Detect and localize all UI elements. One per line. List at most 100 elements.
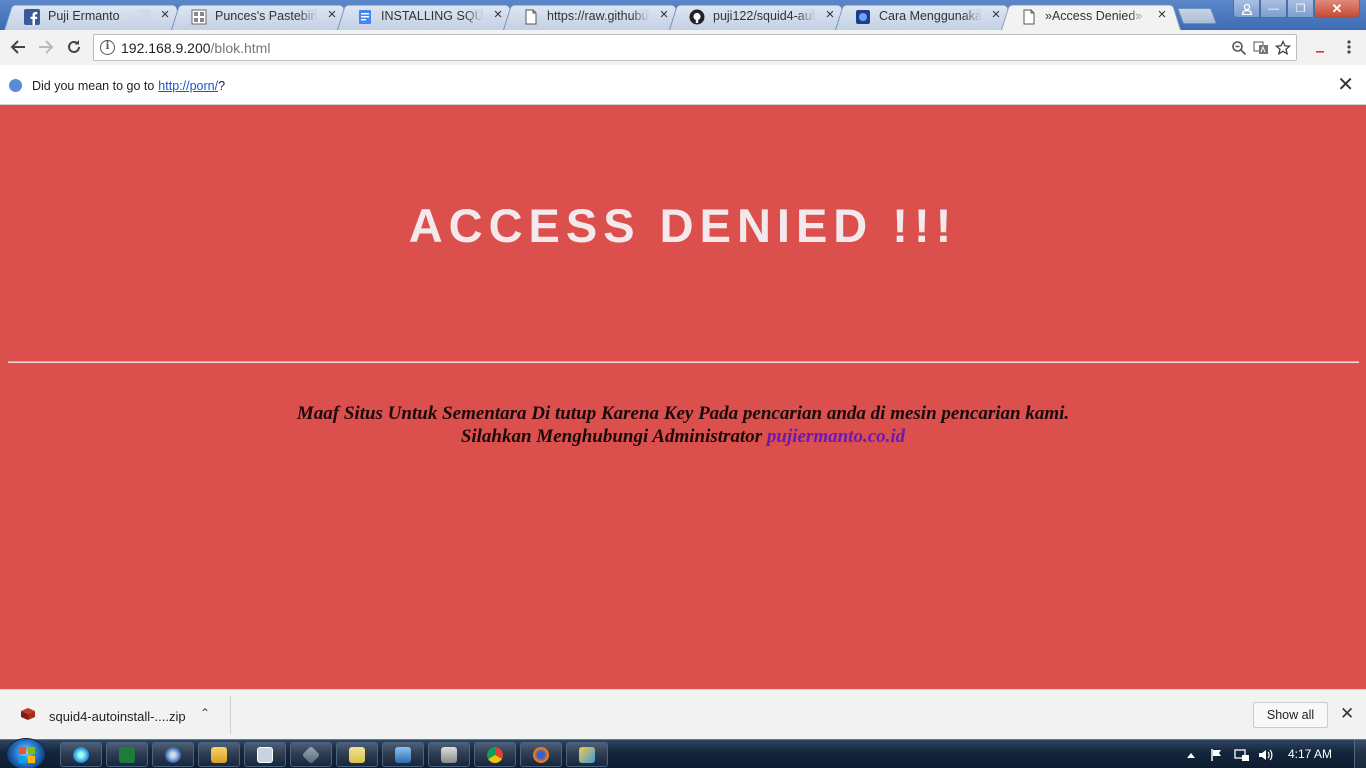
- taskbar-app-tool[interactable]: [428, 742, 470, 767]
- reload-button[interactable]: [64, 37, 84, 57]
- url-text: 192.168.9.200/blok.html: [121, 40, 270, 56]
- calculator-icon: [257, 746, 273, 763]
- reload-icon: [68, 40, 80, 53]
- github-icon: [689, 9, 705, 25]
- close-window-button[interactable]: ✕: [1314, 0, 1360, 18]
- tab-title: »Access Denied»: [1045, 9, 1147, 23]
- infobar-message: Did you mean to go to http://porn/?: [32, 79, 225, 93]
- taskbar-app-notepad[interactable]: [336, 742, 378, 767]
- back-button[interactable]: [8, 37, 28, 57]
- extension-button[interactable]: [1310, 37, 1330, 57]
- zoom-icon[interactable]: [1231, 40, 1247, 56]
- tab-title: https://raw.githubus: [547, 9, 649, 23]
- edge-icon: [73, 746, 89, 763]
- show-hidden-icons-icon[interactable]: [1186, 751, 1196, 759]
- close-download-shelf-button[interactable]: ✕: [1340, 704, 1354, 724]
- new-tab-button[interactable]: [1177, 8, 1217, 24]
- tab-title: Cara Menggunakan: [879, 9, 981, 23]
- volume-icon[interactable]: [1258, 748, 1274, 762]
- divider: [230, 696, 231, 734]
- message-line-2: Silahkan Menghubungi Administrator pujie…: [0, 425, 1366, 448]
- tab-raw-github[interactable]: https://raw.githubus ×: [503, 2, 683, 30]
- action-center-flag-icon[interactable]: [1210, 748, 1224, 762]
- tab-github-squid4[interactable]: puji122/squid4-auto ×: [669, 2, 849, 30]
- show-all-button[interactable]: Show all: [1253, 702, 1328, 728]
- network-status-icon[interactable]: [1234, 748, 1250, 762]
- address-bar[interactable]: i 192.168.9.200/blok.html: [93, 34, 1297, 61]
- message-line-2-text: Silahkan Menghubungi Administrator: [460, 426, 763, 447]
- firefox-icon: [533, 746, 549, 763]
- url-host: 192.168.9.200: [121, 40, 211, 56]
- tool-icon: [441, 746, 457, 763]
- user-profile-button[interactable]: [1233, 0, 1260, 18]
- paint-icon: [579, 746, 595, 763]
- maximize-button[interactable]: ❐: [1287, 0, 1314, 18]
- arrow-left-icon: [10, 40, 25, 54]
- clock[interactable]: 4:17 AM: [1288, 747, 1332, 761]
- start-button[interactable]: [6, 738, 46, 768]
- chrome-icon: [487, 746, 503, 763]
- taskbar-app-explorer[interactable]: [198, 742, 240, 767]
- menu-button[interactable]: [1339, 37, 1359, 57]
- taskbar-app-edge[interactable]: [60, 742, 102, 767]
- site-icon: [856, 10, 870, 24]
- tab-title: puji122/squid4-auto: [713, 9, 815, 23]
- infobar-close-button[interactable]: ✕: [1337, 75, 1354, 95]
- admin-link[interactable]: pujiermanto.co.id: [767, 426, 905, 447]
- show-desktop-button[interactable]: [1354, 740, 1366, 768]
- taskbar-app-browser[interactable]: [152, 742, 194, 767]
- archive-file-icon: [21, 708, 35, 720]
- taskbar-app-chrome[interactable]: [474, 742, 516, 767]
- translate-icon[interactable]: [1253, 40, 1269, 56]
- page-icon: [525, 9, 537, 25]
- excel-icon: [119, 746, 135, 763]
- taskbar-app-paint[interactable]: [566, 742, 608, 767]
- infobar-text: Did you mean to go to: [32, 79, 155, 93]
- tab-installing-squid[interactable]: INSTALLING SQUID ×: [337, 2, 517, 30]
- virtualbox-icon: [301, 745, 321, 764]
- extension-icon: [1316, 51, 1324, 53]
- download-item-filename[interactable]: squid4-autoinstall-....zip: [49, 709, 186, 724]
- taskbar-app-firefox[interactable]: [520, 742, 562, 767]
- page-content: ACCESS DENIED !!! Maaf Situs Untuk Semen…: [0, 105, 1366, 689]
- browser-icon: [165, 746, 181, 763]
- taskbar: 4:17 AM: [0, 738, 1366, 768]
- notepad-icon: [349, 746, 365, 763]
- pastebin-icon: [191, 9, 207, 25]
- site-info-icon[interactable]: i: [100, 40, 115, 55]
- user-icon: [1241, 3, 1252, 15]
- infobar: Did you mean to go to http://porn/? ✕: [0, 65, 1366, 105]
- tab-access-denied[interactable]: »Access Denied» ×: [1001, 2, 1181, 30]
- taskbar-app-excel[interactable]: [106, 742, 148, 767]
- chevron-up-icon[interactable]: ⌃: [200, 706, 210, 720]
- page-icon: [1023, 9, 1035, 25]
- kebab-menu-icon: [1347, 40, 1351, 54]
- block-message: Maaf Situs Untuk Sementara Di tutup Kare…: [0, 402, 1366, 448]
- tab-strip: Puji Ermanto × Punces's Pastebin - × INS…: [0, 0, 1366, 30]
- tab-pastebin[interactable]: Punces's Pastebin - ×: [171, 2, 351, 30]
- url-path: /blok.html: [210, 40, 271, 56]
- taskbar-app-calculator[interactable]: [244, 742, 286, 767]
- windows-logo-icon: [19, 747, 35, 763]
- network-icon: [395, 746, 411, 763]
- infobar-suffix: ?: [218, 79, 226, 93]
- arrow-right-icon: [39, 40, 54, 54]
- navigation-suggestion-icon: [9, 79, 22, 92]
- tab-facebook[interactable]: Puji Ermanto ×: [4, 2, 184, 30]
- minimize-button[interactable]: —: [1260, 0, 1287, 18]
- close-tab-icon[interactable]: ×: [1155, 7, 1169, 22]
- access-denied-heading: ACCESS DENIED !!!: [408, 199, 958, 252]
- close-tab-icon[interactable]: ×: [158, 7, 172, 22]
- bookmark-star-icon[interactable]: [1275, 40, 1291, 56]
- forward-button[interactable]: [36, 37, 56, 57]
- tab-cara-menggunakan[interactable]: Cara Menggunakan ×: [835, 2, 1015, 30]
- taskbar-app-network[interactable]: [382, 742, 424, 767]
- suggested-url-link[interactable]: http://porn/: [158, 79, 218, 93]
- horizontal-rule: [8, 361, 1359, 363]
- taskbar-app-virtualbox[interactable]: [290, 742, 332, 767]
- browser-toolbar: i 192.168.9.200/blok.html: [0, 30, 1366, 65]
- explorer-icon: [211, 746, 227, 763]
- system-tray: [1186, 740, 1274, 768]
- tab-title: INSTALLING SQUID: [381, 9, 483, 23]
- blogger-doc-icon: [359, 10, 371, 24]
